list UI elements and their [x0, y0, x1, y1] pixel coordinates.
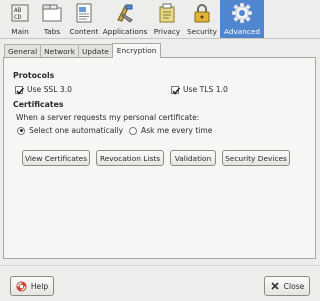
toolbar-label: Content — [69, 27, 99, 36]
svg-text:AB: AB — [14, 7, 22, 14]
toolbar-main-button[interactable]: AB CD Main — [4, 0, 36, 38]
help-label: Help — [30, 281, 49, 291]
checkmark-icon — [172, 87, 181, 95]
toolbar-label: Tabs — [43, 27, 61, 36]
use-ssl-checkbox[interactable]: Use SSL 3.0 — [15, 85, 72, 95]
main-icon: AB CD — [11, 4, 29, 22]
advanced-tabs: General Network Update Encryption — [4, 43, 162, 58]
radio-circle — [129, 126, 137, 135]
checkbox-box — [15, 85, 25, 95]
checkbox-box — [171, 85, 181, 95]
help-button[interactable]: Help — [10, 276, 54, 296]
select-automatically-radio[interactable]: Select one automatically — [17, 126, 123, 135]
preferences-toolbar: AB CD Main Tabs Content Applications Pri… — [0, 0, 320, 39]
toolbar-advanced-button[interactable]: Advanced — [220, 0, 264, 38]
content-icon — [76, 3, 92, 23]
toolbar-label: Privacy — [153, 27, 181, 36]
toolbar-content-button[interactable]: Content — [68, 0, 100, 38]
tab-encryption[interactable]: Encryption — [111, 43, 162, 58]
close-label: Close — [283, 281, 305, 291]
toolbar-label: Applications — [102, 27, 148, 36]
toolbar-privacy-button[interactable]: Privacy — [150, 0, 184, 38]
privacy-icon — [159, 3, 175, 23]
use-tls-checkbox[interactable]: Use TLS 1.0 — [171, 85, 228, 95]
tab-update[interactable]: Update — [78, 44, 113, 58]
close-button[interactable]: Close — [264, 276, 310, 296]
gear-icon — [232, 3, 252, 23]
help-lifebuoy-icon — [16, 280, 27, 292]
toolbar-label: Security — [187, 27, 217, 36]
security-devices-button[interactable]: Security Devices — [222, 150, 290, 166]
checkmark-icon — [16, 87, 25, 95]
tabs-icon — [42, 4, 62, 22]
use-ssl-label: Use SSL 3.0 — [27, 85, 72, 94]
revocation-lists-button[interactable]: Revocation Lists — [96, 150, 164, 166]
view-certificates-button[interactable]: View Certificates — [22, 150, 90, 166]
tab-network[interactable]: Network — [40, 44, 79, 58]
svg-text:CD: CD — [14, 14, 22, 21]
validation-button[interactable]: Validation — [170, 150, 216, 166]
applications-icon — [117, 4, 133, 23]
select-automatically-label: Select one automatically — [29, 126, 124, 135]
ask-every-time-label: Ask me every time — [141, 126, 213, 135]
certificate-prompt: When a server requests my personal certi… — [16, 113, 200, 122]
radio-circle — [17, 126, 25, 135]
toolbar-tabs-button[interactable]: Tabs — [36, 0, 68, 38]
lock-icon — [194, 4, 210, 23]
tab-general[interactable]: General — [4, 44, 42, 58]
encryption-panel: Protocols Use SSL 3.0 Use TLS 1.0 Certif… — [3, 57, 316, 259]
close-icon — [271, 282, 279, 290]
toolbar-label: Main — [11, 27, 29, 36]
protocols-heading: Protocols — [13, 71, 55, 80]
footer-divider — [0, 265, 320, 266]
certificates-heading: Certificates — [13, 100, 64, 109]
toolbar-applications-button[interactable]: Applications — [100, 0, 150, 38]
use-tls-label: Use TLS 1.0 — [183, 85, 228, 94]
toolbar-label: Advanced — [223, 27, 261, 36]
toolbar-security-button[interactable]: Security — [184, 0, 220, 38]
ask-every-time-radio[interactable]: Ask me every time — [129, 126, 212, 135]
